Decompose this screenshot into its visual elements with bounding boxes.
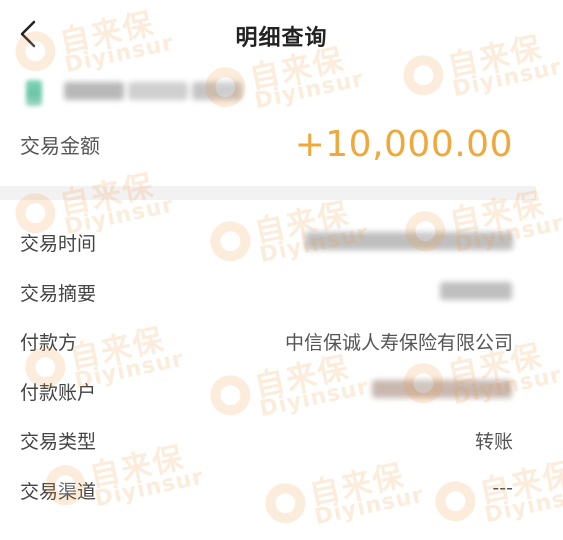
detail-label-channel: 交易渠道: [20, 481, 97, 503]
detail-label-type: 交易类型: [20, 431, 97, 453]
detail-value-summary-blurred: [440, 282, 512, 300]
amount-value: +10,000.00: [294, 124, 513, 165]
detail-value-time-blurred: [305, 232, 513, 250]
watermark-cn: 自来保: [476, 456, 563, 511]
detail-label-time: 交易时间: [20, 233, 97, 255]
section-divider: [0, 186, 536, 200]
detail-label-summary: 交易摘要: [20, 283, 97, 305]
account-info: [20, 74, 320, 108]
watermark-cn: 自来保: [86, 440, 188, 495]
brand-logo-icon: [261, 479, 310, 527]
detail-value-payer: 中信保诚人寿保险有限公司: [284, 332, 513, 354]
watermark-en: Diyinsur: [257, 374, 372, 423]
page-title: 明细查询: [235, 26, 328, 51]
detail-value-type: 转账: [474, 431, 513, 453]
watermark-en: Diyinsur: [92, 464, 207, 513]
watermark-cn: 自来保: [66, 322, 168, 377]
navigation-bar: 明细查询: [0, 0, 563, 70]
brand-logo-icon: [206, 371, 255, 419]
amount-label: 交易金额: [20, 134, 100, 158]
watermark-en: Diyinsur: [312, 482, 427, 531]
detail-value-payer-account-blurred: [372, 380, 512, 398]
account-avatar: [26, 80, 42, 106]
account-number-blurred: [128, 82, 188, 100]
detail-label-payer: 付款方: [20, 332, 78, 354]
brand-logo-icon: [206, 217, 255, 265]
detail-value-channel: ---: [492, 477, 513, 499]
detail-label-payer-account: 付款账户: [20, 382, 97, 404]
account-name-blurred: [64, 82, 124, 100]
watermark-cn: 自来保: [306, 458, 408, 513]
account-suffix-blurred: [192, 82, 242, 100]
